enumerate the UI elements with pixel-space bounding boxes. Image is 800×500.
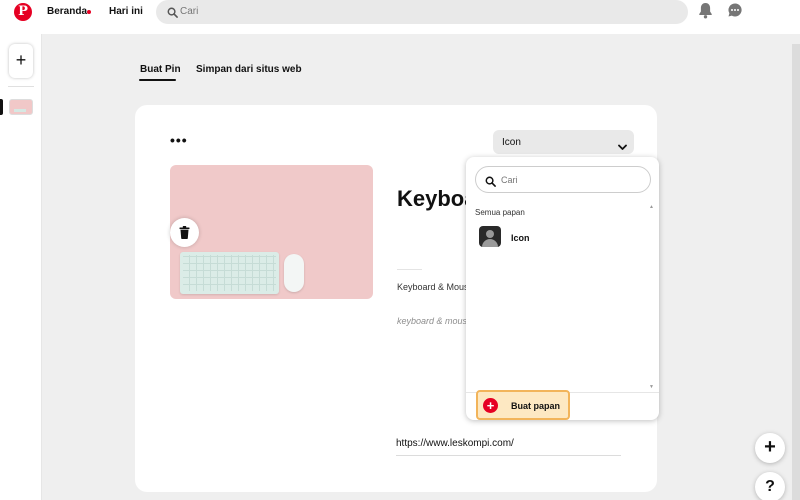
- pin-description-input[interactable]: Keyboard & Mouse: [397, 282, 469, 292]
- board-dropdown: Cari Semua papan Icon ▲ ▼ + Buat papan: [466, 157, 659, 420]
- search-placeholder: Cari: [180, 6, 199, 17]
- dropdown-scrollbar[interactable]: ▲ ▼: [648, 204, 655, 390]
- page-scrollbar[interactable]: [792, 44, 800, 500]
- tab-save-from-website[interactable]: Simpan dari situs web: [196, 64, 302, 75]
- pin-link-input[interactable]: https://www.leskompi.com/: [396, 438, 514, 449]
- board-search-input[interactable]: Cari: [475, 166, 651, 193]
- title-underline: [397, 269, 422, 270]
- nav-today-link[interactable]: Hari ini: [109, 6, 143, 17]
- search-icon: [167, 5, 178, 23]
- add-draft-button[interactable]: +: [9, 44, 33, 78]
- link-underline: [396, 455, 621, 456]
- create-board-button[interactable]: + Buat papan: [476, 390, 570, 420]
- scroll-up-icon[interactable]: ▲: [649, 204, 654, 210]
- mouse-image: [284, 254, 304, 292]
- delete-image-button[interactable]: [170, 218, 199, 247]
- board-search-placeholder: Cari: [501, 175, 518, 185]
- help-button[interactable]: ?: [755, 472, 785, 500]
- board-avatar: [479, 226, 501, 247]
- floating-add-button[interactable]: +: [755, 433, 785, 463]
- pinterest-logo[interactable]: P: [14, 3, 32, 21]
- rail-divider: [8, 86, 34, 87]
- rail-active-indicator: [0, 99, 3, 115]
- board-option[interactable]: Icon: [466, 223, 646, 251]
- board-select-value: Icon: [502, 137, 521, 148]
- search-icon: [485, 174, 496, 192]
- pin-title-input[interactable]: Keyboard & Mouse: [397, 186, 469, 216]
- pin-image: [170, 165, 373, 299]
- pin-alt-text-input[interactable]: keyboard & mouse: [397, 316, 469, 326]
- left-rail: +: [0, 34, 42, 500]
- keyboard-image: [180, 252, 279, 294]
- chevron-down-icon: [618, 138, 627, 156]
- tab-create-pin[interactable]: Buat Pin: [140, 64, 181, 75]
- draft-thumbnail[interactable]: [9, 99, 33, 115]
- chat-icon[interactable]: [727, 2, 743, 23]
- create-board-label: Buat papan: [511, 401, 561, 411]
- all-boards-heading: Semua papan: [475, 208, 525, 217]
- more-options-icon[interactable]: •••: [170, 133, 188, 147]
- notification-dot: [87, 10, 91, 14]
- scroll-down-icon[interactable]: ▼: [649, 384, 654, 390]
- top-bar: P Beranda Hari ini Cari: [0, 0, 800, 34]
- nav-home-link[interactable]: Beranda: [47, 6, 87, 17]
- plus-icon: +: [483, 398, 498, 413]
- search-input[interactable]: Cari: [156, 0, 688, 24]
- board-option-label: Icon: [511, 233, 530, 243]
- active-tab-underline: [139, 79, 176, 81]
- board-select[interactable]: Icon: [493, 130, 634, 154]
- bell-icon[interactable]: [698, 2, 713, 24]
